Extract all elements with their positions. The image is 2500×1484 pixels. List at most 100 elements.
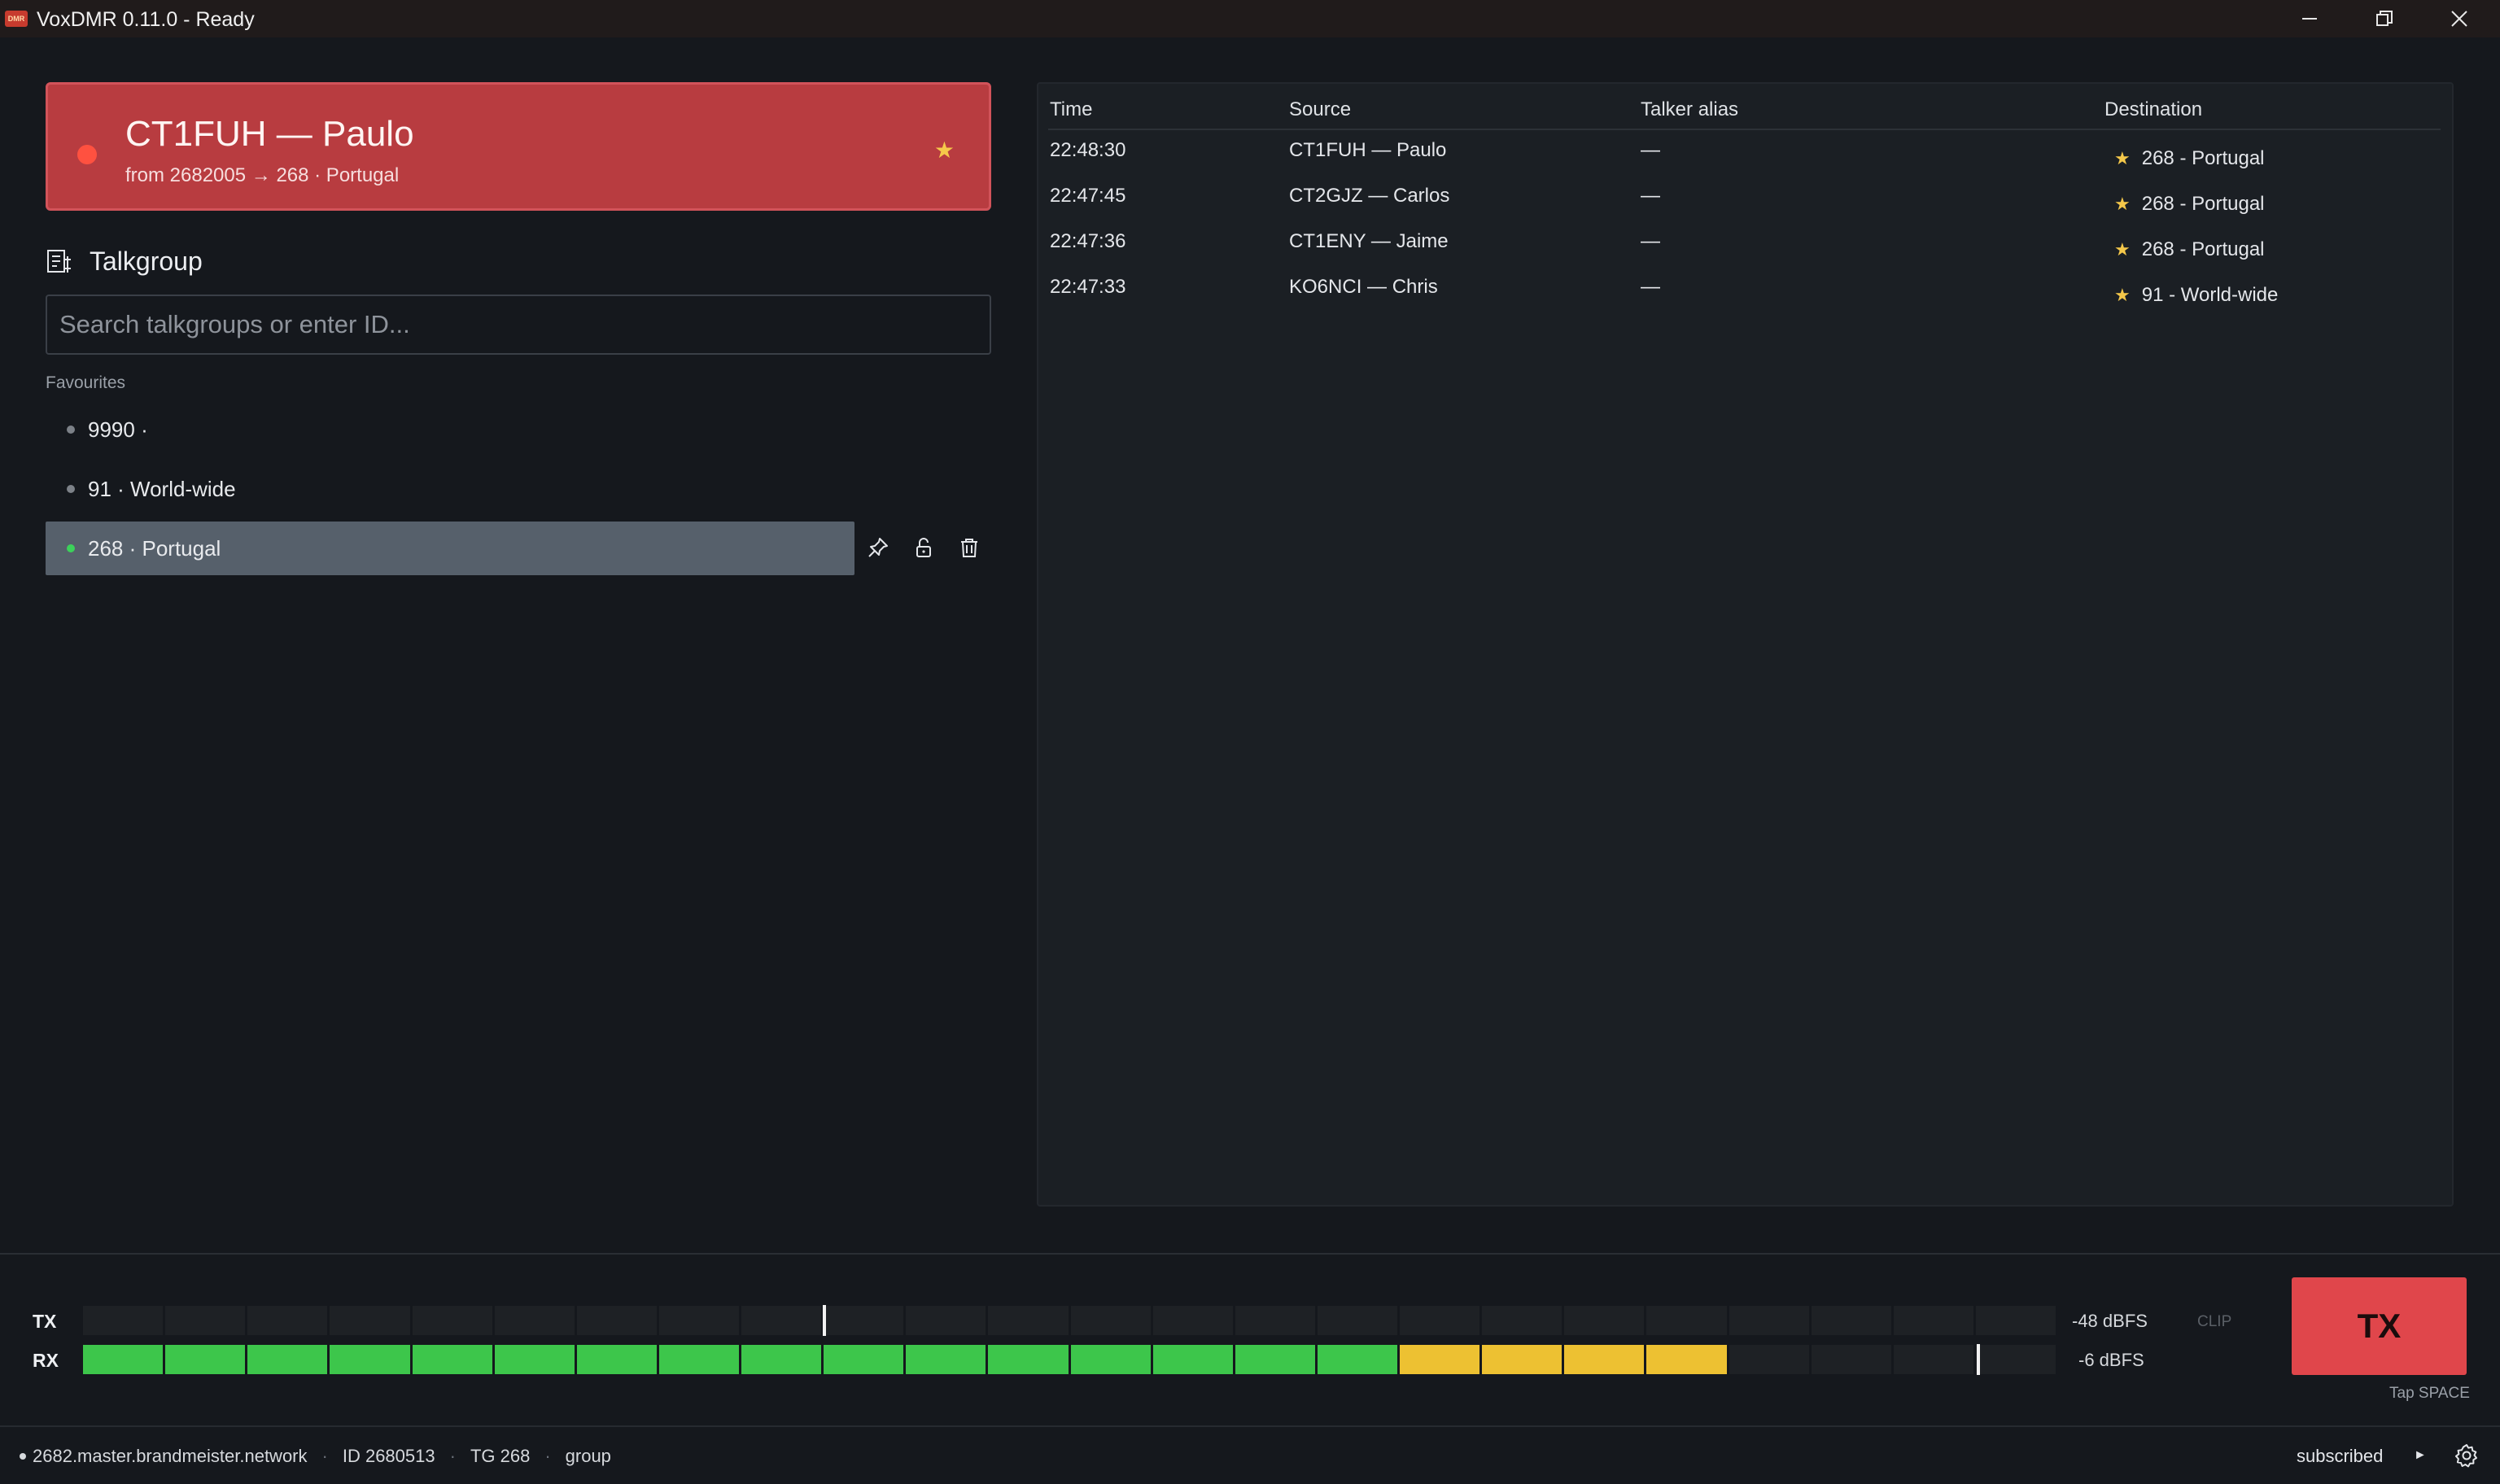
table-row[interactable]: 22:47:45 CT2GJZ — Carlos — ★ 268 - Portug… [1038,185,2452,230]
destination-label: 268 - Portugal [2141,193,2265,215]
meter-segment [576,1306,657,1335]
meter-segment [1482,1345,1562,1374]
now-playing-title: CT1FUH — Paulo [125,114,414,154]
column-header-time[interactable]: Time [1050,98,1092,121]
current-talkgroup: TG 268 [470,1446,531,1466]
rx-meter-label: RX [33,1350,59,1371]
talkgroup-list-icon [47,249,71,273]
column-header-destination[interactable]: Destination [2104,98,2202,121]
delete-button[interactable] [955,534,983,561]
table-row[interactable]: 22:47:36 CT1ENY — Jaime — ★ 268 - Portuga… [1038,230,2452,276]
favourite-item-9990[interactable]: 9990 · [46,403,854,456]
unlock-icon [916,538,931,557]
meter-segment [1893,1306,1973,1335]
tx-peak-marker [823,1305,826,1336]
meter-segment [1482,1306,1562,1335]
rx-peak-marker [1977,1344,1981,1375]
favourite-item-268[interactable]: 268 · Portugal [46,522,854,575]
meter-segment [1729,1306,1809,1335]
alias-cell: — [1641,139,1660,161]
bullet-icon [67,485,75,493]
meter-segment [741,1306,822,1335]
source-cell: CT1ENY — Jaime [1289,230,1449,252]
destination-cell: ★ 268 - Portugal [2114,238,2265,261]
talkgroup-title: Talkgroup [90,247,203,276]
title-bar: DMR VoxDMR 0.11.0 - Ready [0,0,2500,37]
meter-segment [1975,1345,2056,1374]
pin-icon [868,538,888,557]
clip-indicator: CLIP [2197,1313,2232,1330]
subscription-status: subscribed [2297,1446,2384,1466]
connection-dot-icon [20,1453,26,1460]
favourite-star-icon: ★ [2114,239,2131,260]
meter-segment [1811,1306,1891,1335]
meter-segment [1564,1345,1645,1374]
pin-button[interactable] [864,534,892,561]
meter-segment [1235,1345,1315,1374]
meter-segment [1317,1306,1397,1335]
meter-segment [330,1306,410,1335]
separator: · [321,1446,328,1466]
meter-segment [330,1345,410,1374]
meter-segment [1235,1306,1315,1335]
meter-segment [1893,1345,1973,1374]
favourite-star-icon: ★ [2114,285,2131,305]
time-cell: 22:47:36 [1050,230,1126,252]
server-address: 2682.master.brandmeister.network [33,1446,308,1466]
talkgroup-search-input[interactable] [46,295,991,355]
talkgroup-header: Talkgroup [46,247,203,277]
meter-segment [1729,1345,1809,1374]
trash-icon [961,539,977,557]
header-divider [1048,129,2441,130]
play-icon[interactable]: ► [2414,1448,2427,1463]
alias-cell: — [1641,230,1660,252]
favourite-item-91[interactable]: 91 · World-wide [46,462,854,516]
minimize-button[interactable] [2272,0,2347,37]
destination-cell: ★ 268 - Portugal [2114,193,2265,216]
minimize-icon [2302,18,2317,20]
column-header-talker-alias[interactable]: Talker alias [1641,98,1738,121]
meter-segment [824,1345,904,1374]
destination-cell: ★ 268 - Portugal [2114,147,2265,170]
favourite-item-label: 268 · Portugal [88,535,221,561]
favourite-star-icon: ★ [2114,194,2131,214]
meter-segment [247,1306,328,1335]
meter-segment [1152,1306,1233,1335]
meter-segment [988,1345,1069,1374]
table-row[interactable]: 22:48:30 CT1FUH — Paulo — ★ 268 - Portuga… [1038,139,2452,185]
tx-dbfs-readout: -48 dBFS [2072,1311,2148,1331]
radio-id: ID 2680513 [342,1446,435,1466]
meter-segment [1646,1306,1727,1335]
meter-segment [1400,1345,1480,1374]
meter-segment [1811,1345,1891,1374]
column-header-source[interactable]: Source [1289,98,1351,121]
settings-gear-icon[interactable] [2454,1443,2479,1468]
destination-label: 268 - Portugal [2141,147,2265,169]
meter-segment [83,1345,164,1374]
separator: · [544,1446,551,1466]
destination-cell: ★ 91 - World-wide [2114,284,2278,307]
meter-segment [1070,1306,1151,1335]
window-title: VoxDMR 0.11.0 - Ready [37,8,255,31]
status-bar: 2682.master.brandmeister.network · ID 26… [20,1446,611,1467]
restore-button[interactable] [2347,0,2422,37]
source-cell: KO6NCI — Chris [1289,276,1438,298]
meter-segment [412,1345,492,1374]
bullet-icon [67,426,75,434]
table-row[interactable]: 22:47:33 KO6NCI — Chris — ★ 91 - World-wi… [1038,276,2452,321]
tx-shortcut-hint: Tap SPACE [2389,1385,2470,1402]
rx-level-meter [83,1345,2056,1374]
favourite-star-icon[interactable]: ★ [934,137,955,164]
unlock-button[interactable] [910,534,938,561]
close-button[interactable] [2422,0,2497,37]
destination-label: 268 - Portugal [2141,238,2265,260]
favourites-label: Favourites [46,373,126,392]
meter-segment [988,1306,1069,1335]
meter-segment [412,1306,492,1335]
meter-segment [741,1345,822,1374]
meter-segment [165,1306,246,1335]
app-logo: DMR [5,11,28,27]
tx-level-meter [83,1306,2056,1335]
alias-cell: — [1641,276,1660,298]
tx-button[interactable]: TX [2292,1277,2467,1375]
